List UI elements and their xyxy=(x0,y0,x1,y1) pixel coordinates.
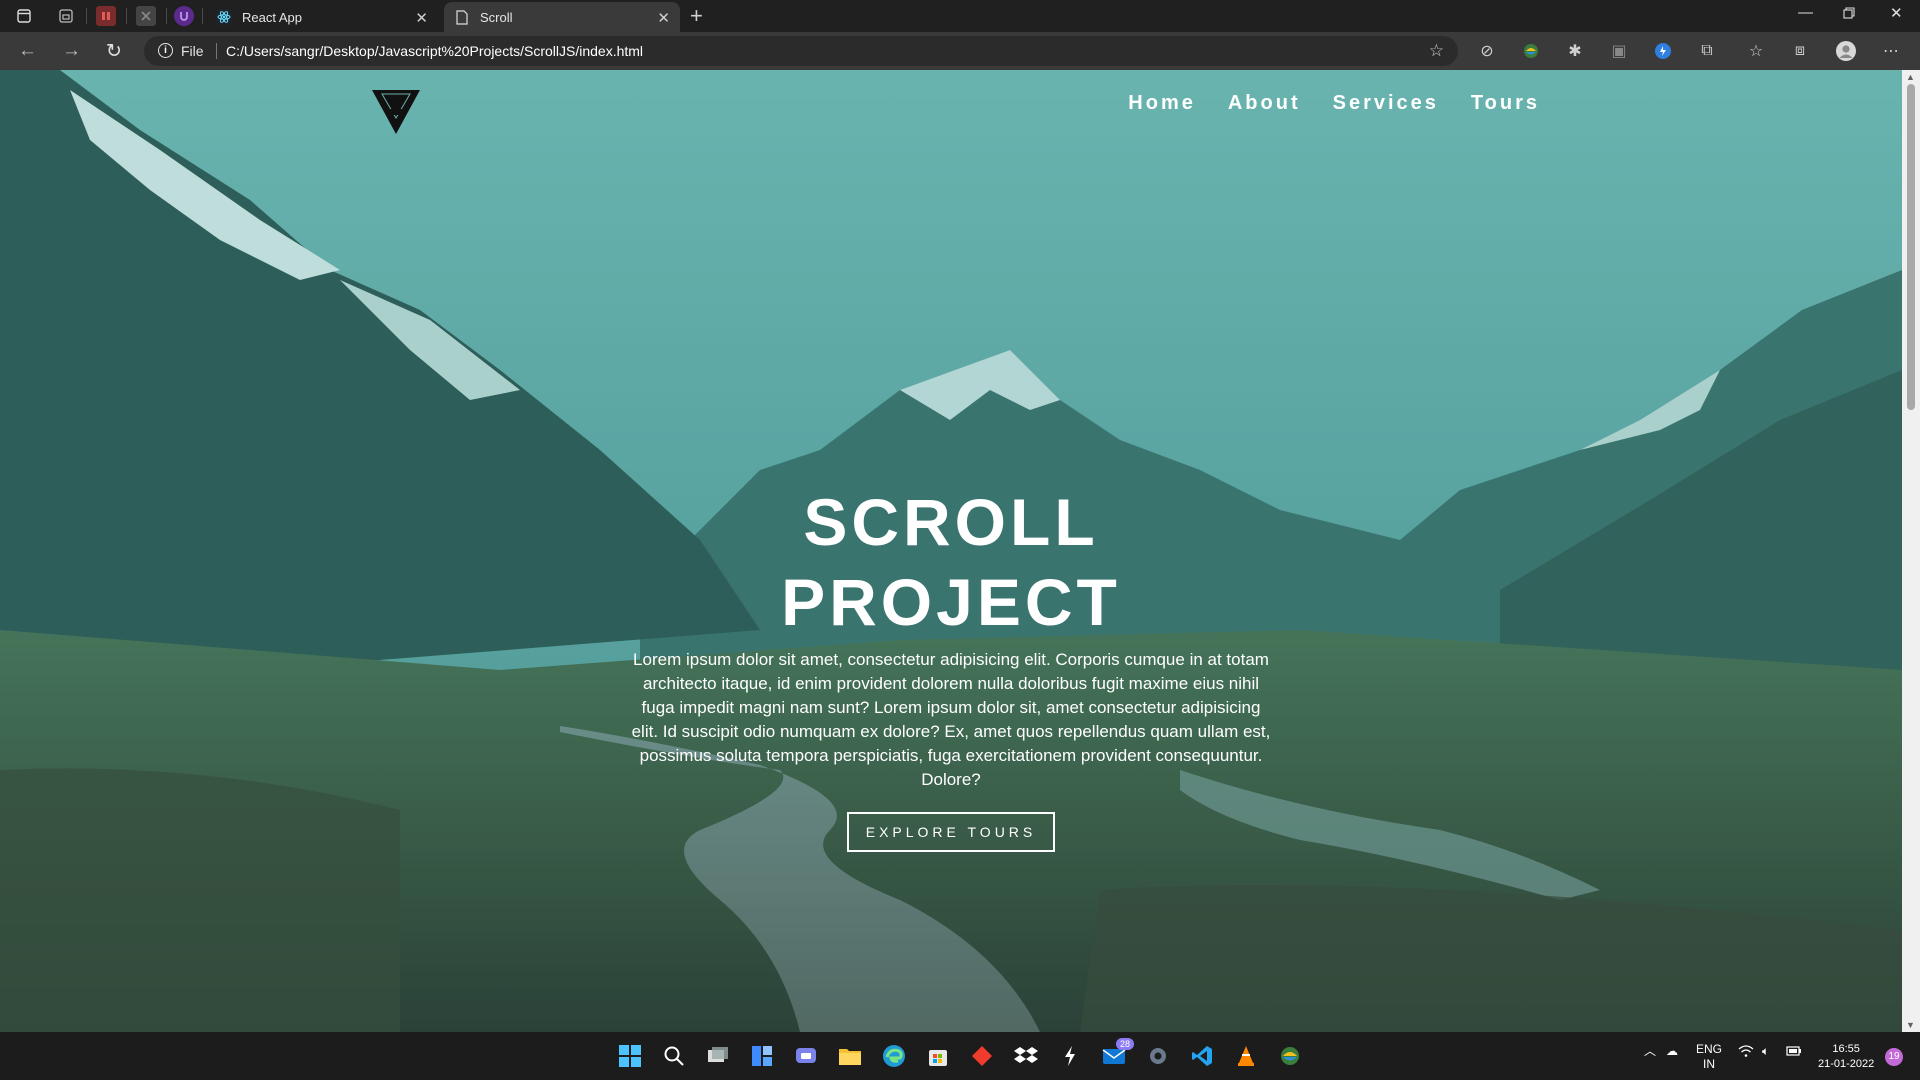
page-viewport: Home About Services Tours SCROLL PROJECT… xyxy=(0,70,1920,1032)
coding-logo[interactable] xyxy=(370,88,422,136)
compass-icon[interactable]: ⊘ xyxy=(1476,40,1498,62)
nav-link-home[interactable]: Home xyxy=(1128,92,1196,115)
hero-title: SCROLL PROJECT xyxy=(781,485,1121,639)
lightning-app-icon[interactable] xyxy=(1056,1042,1084,1070)
battery-icon[interactable] xyxy=(1786,1045,1802,1061)
refresh-button[interactable]: ↻ xyxy=(106,40,122,63)
info-icon[interactable]: i xyxy=(158,43,173,58)
dropbox-icon[interactable] xyxy=(1012,1042,1040,1070)
nav-link-tours[interactable]: Tours xyxy=(1471,92,1540,115)
close-tab-icon[interactable]: ✕ xyxy=(657,9,670,27)
extension-globe-icon[interactable] xyxy=(1520,40,1542,62)
profile-avatar[interactable] xyxy=(1835,40,1857,62)
address-bar[interactable]: i File C:/Users/sangr/Desktop/Javascript… xyxy=(144,36,1458,66)
start-icon[interactable] xyxy=(616,1042,644,1070)
wifi-icon[interactable] xyxy=(1738,1044,1754,1062)
vlc-icon[interactable] xyxy=(1232,1042,1260,1070)
settings-gear-icon[interactable] xyxy=(1144,1042,1172,1070)
extension-gear-icon[interactable]: ✱ xyxy=(1564,40,1586,62)
url-text[interactable]: C:/Users/sangr/Desktop/Javascript%20Proj… xyxy=(226,43,643,59)
teams-chat-icon[interactable] xyxy=(792,1042,820,1070)
restore-button[interactable] xyxy=(1843,6,1855,23)
pinned-tab-icon[interactable] xyxy=(136,6,156,26)
mail-icon[interactable]: 28 xyxy=(1100,1038,1134,1070)
forward-button[interactable]: → xyxy=(62,40,81,62)
tab-react-app[interactable]: React App ✕ xyxy=(206,2,438,32)
mail-badge: 28 xyxy=(1115,1038,1134,1050)
clock-time: 16:55 xyxy=(1832,1043,1860,1055)
search-icon[interactable] xyxy=(660,1042,688,1070)
scroll-up-arrow-icon[interactable]: ▲ xyxy=(1906,72,1915,82)
task-view-icon[interactable] xyxy=(704,1042,732,1070)
edge-browser-icon[interactable] xyxy=(880,1042,908,1070)
tab-strip: React App ✕ Scroll ✕ + — ✕ xyxy=(0,0,1920,32)
close-window-button[interactable]: ✕ xyxy=(1890,4,1903,22)
region-code: IN xyxy=(1703,1057,1715,1071)
extension-cube-icon[interactable]: ▣ xyxy=(1608,40,1630,62)
volume-icon[interactable]: 🔈︎ xyxy=(1762,1044,1769,1059)
minimize-button[interactable]: — xyxy=(1798,4,1813,21)
close-tab-icon[interactable]: ✕ xyxy=(415,9,428,27)
react-icon xyxy=(216,9,232,25)
clock-date: 21-01-2022 xyxy=(1818,1058,1875,1070)
extension-shield-icon[interactable] xyxy=(1652,40,1674,62)
tab-actions-icon[interactable] xyxy=(14,6,34,26)
back-button[interactable]: ← xyxy=(18,40,37,62)
windows-taskbar: 28 ︿ ☁ ENG IN 🔈︎ 16:55 21-01-2022 19 xyxy=(0,1032,1920,1080)
main-nav: Home About Services Tours xyxy=(1128,92,1540,115)
file-explorer-icon[interactable] xyxy=(836,1042,864,1070)
new-tab-button[interactable]: + xyxy=(690,3,703,29)
notification-count-badge[interactable]: 19 xyxy=(1885,1048,1903,1066)
tab-title: React App xyxy=(242,9,302,25)
vscode-icon[interactable] xyxy=(1188,1042,1216,1070)
tab-scroll[interactable]: Scroll ✕ xyxy=(444,2,680,32)
page-icon xyxy=(454,9,470,25)
nav-link-about[interactable]: About xyxy=(1228,92,1301,115)
hero-section: SCROLL PROJECT Lorem ipsum dolor sit ame… xyxy=(626,482,1276,852)
clock[interactable]: 16:55 21-01-2022 xyxy=(1818,1042,1874,1072)
git-diamond-icon[interactable] xyxy=(968,1042,996,1070)
pinned-tab-icon[interactable] xyxy=(174,6,194,26)
tab-title: Scroll xyxy=(480,9,513,25)
favorites-icon[interactable]: ☆ xyxy=(1745,40,1767,62)
onedrive-cloud-icon[interactable]: ☁ xyxy=(1666,1044,1678,1059)
show-hidden-icons-icon[interactable]: ︿ xyxy=(1644,1044,1656,1059)
widgets-icon[interactable] xyxy=(748,1042,776,1070)
more-menu-icon[interactable]: ⋯ xyxy=(1880,40,1902,62)
vertical-scrollbar[interactable]: ▲ ▼ xyxy=(1902,70,1920,1032)
explore-tours-button[interactable]: EXPLORE TOURS xyxy=(846,812,1056,852)
browser-toolbar: ← → ↻ i File C:/Users/sangr/Desktop/Java… xyxy=(0,32,1920,70)
workspaces-icon[interactable] xyxy=(56,6,76,26)
add-favorite-icon[interactable]: ☆ xyxy=(1429,41,1444,61)
scrollbar-thumb[interactable] xyxy=(1907,84,1915,410)
collections-icon[interactable]: ⧈ xyxy=(1789,40,1811,62)
globe-app-icon[interactable] xyxy=(1276,1042,1304,1070)
hero-text: Lorem ipsum dolor sit amet, consectetur … xyxy=(631,650,1271,789)
nav-link-services[interactable]: Services xyxy=(1333,92,1439,115)
language-code: ENG xyxy=(1696,1042,1723,1056)
scroll-down-arrow-icon[interactable]: ▼ xyxy=(1906,1020,1915,1030)
microsoft-store-icon[interactable] xyxy=(924,1042,952,1070)
extensions-icon[interactable]: ⧉ xyxy=(1696,40,1718,62)
language-indicator[interactable]: ENG IN xyxy=(1696,1042,1722,1072)
url-scheme: File xyxy=(181,43,204,59)
pinned-tab-icon[interactable] xyxy=(96,6,116,26)
